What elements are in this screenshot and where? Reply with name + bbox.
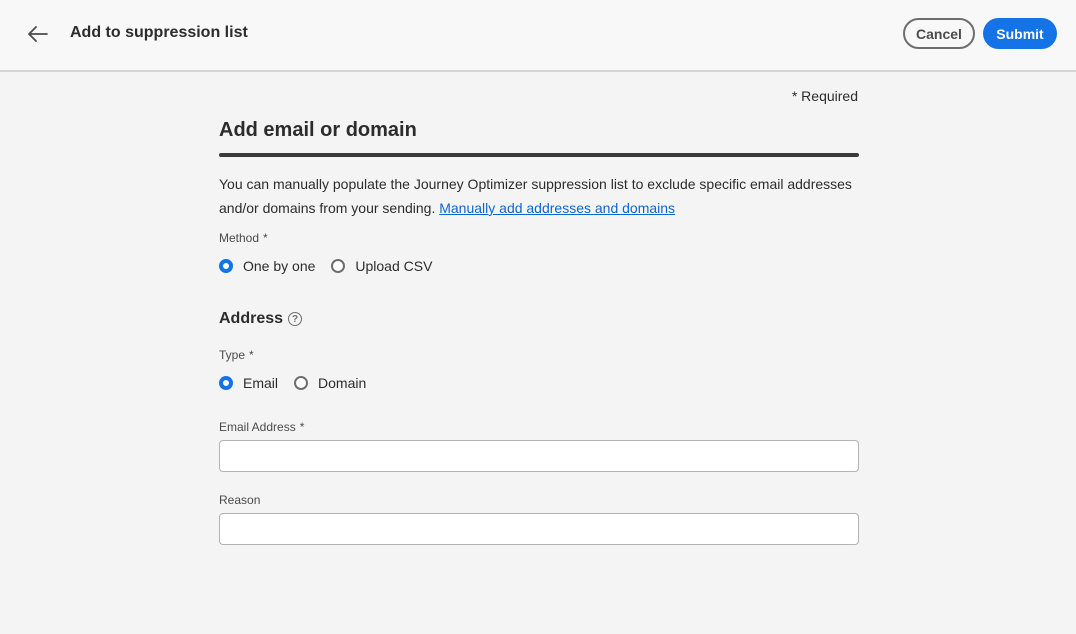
radio-upload-csv[interactable]: Upload CSV: [331, 258, 432, 274]
radio-label: One by one: [243, 258, 316, 274]
radio-domain[interactable]: Domain: [294, 375, 366, 391]
required-mark: *: [263, 231, 268, 245]
help-icon[interactable]: ?: [288, 312, 303, 326]
radio-unchecked-icon: [331, 259, 346, 273]
radio-checked-icon: [219, 376, 233, 390]
section-divider: [219, 153, 859, 157]
radio-label: Upload CSV: [355, 258, 433, 274]
radio-checked-icon: [219, 259, 233, 273]
method-radio-group: One by one Upload CSV: [219, 258, 448, 274]
email-address-label-text: Email Address: [219, 420, 296, 434]
radio-label: Domain: [318, 375, 367, 391]
radio-one-by-one[interactable]: One by one: [219, 258, 315, 274]
description: You can manually populate the Journey Op…: [219, 172, 859, 220]
section-title: Add email or domain: [219, 119, 417, 141]
reason-label: Reason: [219, 493, 261, 507]
arrow-left-icon: [28, 26, 48, 42]
cancel-button[interactable]: Cancel: [903, 18, 975, 49]
radio-label: Email: [243, 375, 279, 391]
submit-button[interactable]: Submit: [983, 18, 1057, 49]
type-label-text: Type: [219, 348, 246, 362]
reason-input[interactable]: [219, 513, 859, 545]
required-mark: *: [249, 348, 254, 362]
page-title: Add to suppression list: [70, 24, 248, 41]
email-address-input[interactable]: [219, 440, 859, 472]
radio-unchecked-icon: [294, 376, 309, 390]
address-title-text: Address: [219, 310, 284, 327]
required-note: * Required: [791, 88, 858, 104]
address-title: Address ?: [219, 310, 303, 328]
manually-add-link[interactable]: Manually add addresses and domains: [439, 200, 675, 216]
method-label-text: Method: [219, 231, 260, 245]
back-button[interactable]: [22, 19, 54, 49]
type-label: Type *: [219, 348, 254, 362]
email-address-label: Email Address *: [219, 420, 304, 434]
top-bar: Add to suppression list Cancel Submit: [0, 0, 1076, 72]
required-mark: *: [299, 420, 305, 434]
method-label: Method *: [219, 231, 268, 245]
radio-email[interactable]: Email: [219, 375, 278, 391]
type-radio-group: Email Domain: [219, 375, 382, 391]
